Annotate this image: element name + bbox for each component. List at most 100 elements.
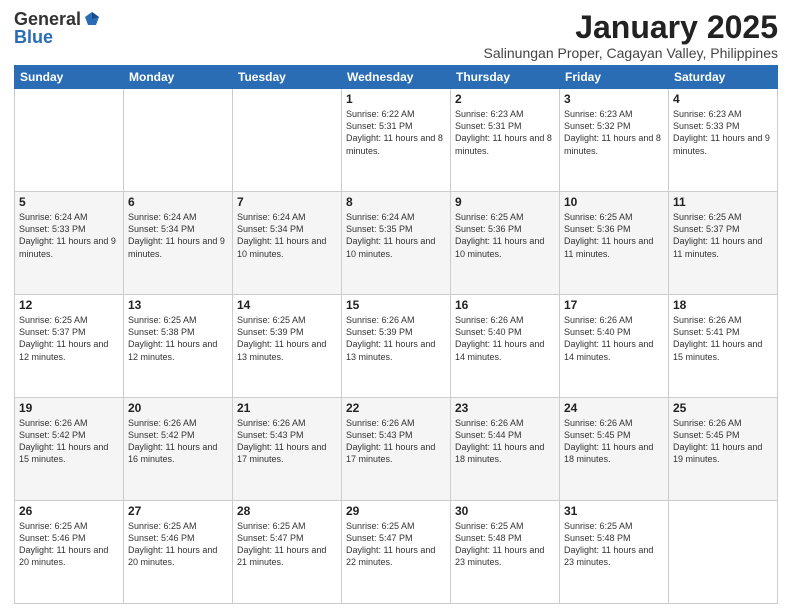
day-number: 10	[564, 195, 664, 209]
calendar-cell	[233, 89, 342, 192]
calendar-cell: 10 Sunrise: 6:25 AM Sunset: 5:36 PM Dayli…	[560, 192, 669, 295]
header-saturday: Saturday	[669, 66, 778, 89]
calendar-cell: 30Sunrise: 6:25 AM Sunset: 5:48 PM Dayli…	[451, 501, 560, 604]
cell-info: Sunrise: 6:25 AM Sunset: 5:46 PM Dayligh…	[128, 520, 228, 569]
cell-info: Sunrise: 6:26 AM Sunset: 5:42 PM Dayligh…	[128, 417, 228, 466]
month-title: January 2025	[484, 10, 778, 45]
header-tuesday: Tuesday	[233, 66, 342, 89]
calendar-cell: 3 Sunrise: 6:23 AM Sunset: 5:32 PM Daylig…	[560, 89, 669, 192]
cell-info: Sunrise: 6:22 AM Sunset: 5:31 PM Dayligh…	[346, 108, 446, 157]
calendar-cell: 20 Sunrise: 6:26 AM Sunset: 5:42 PM Dayli…	[124, 398, 233, 501]
cell-info: Sunrise: 6:24 AM Sunset: 5:35 PM Dayligh…	[346, 211, 446, 260]
calendar-cell: 7 Sunrise: 6:24 AM Sunset: 5:34 PM Daylig…	[233, 192, 342, 295]
cell-info: Sunrise: 6:25 AM Sunset: 5:36 PM Dayligh…	[564, 211, 664, 260]
cell-info: Sunrise: 6:26 AM Sunset: 5:43 PM Dayligh…	[346, 417, 446, 466]
day-number: 11	[673, 195, 773, 209]
cell-info: Sunrise: 6:25 AM Sunset: 5:37 PM Dayligh…	[673, 211, 773, 260]
calendar-week-row-2: 12Sunrise: 6:25 AM Sunset: 5:37 PM Dayli…	[15, 295, 778, 398]
header-wednesday: Wednesday	[342, 66, 451, 89]
day-number: 13	[128, 298, 228, 312]
location-title: Salinungan Proper, Cagayan Valley, Phili…	[484, 45, 778, 61]
calendar-cell: 4 Sunrise: 6:23 AM Sunset: 5:33 PM Daylig…	[669, 89, 778, 192]
calendar-cell: 14 Sunrise: 6:25 AM Sunset: 5:39 PM Dayli…	[233, 295, 342, 398]
calendar-cell	[124, 89, 233, 192]
calendar-cell: 31Sunrise: 6:25 AM Sunset: 5:48 PM Dayli…	[560, 501, 669, 604]
cell-info: Sunrise: 6:24 AM Sunset: 5:34 PM Dayligh…	[128, 211, 228, 260]
calendar-cell: 26 Sunrise: 6:25 AM Sunset: 5:46 PM Dayli…	[15, 501, 124, 604]
cell-info: Sunrise: 6:26 AM Sunset: 5:40 PM Dayligh…	[455, 314, 555, 363]
weekday-header-row: Sunday Monday Tuesday Wednesday Thursday…	[15, 66, 778, 89]
calendar-cell	[669, 501, 778, 604]
cell-info: Sunrise: 6:26 AM Sunset: 5:45 PM Dayligh…	[564, 417, 664, 466]
calendar-cell: 23 Sunrise: 6:26 AM Sunset: 5:44 PM Dayli…	[451, 398, 560, 501]
day-number: 16	[455, 298, 555, 312]
cell-info: Sunrise: 6:25 AM Sunset: 5:36 PM Dayligh…	[455, 211, 555, 260]
day-number: 27	[128, 504, 228, 518]
day-number: 6	[128, 195, 228, 209]
day-number: 20	[128, 401, 228, 415]
cell-info: Sunrise: 6:26 AM Sunset: 5:44 PM Dayligh…	[455, 417, 555, 466]
day-number: 24	[564, 401, 664, 415]
calendar-cell: 29 Sunrise: 6:25 AM Sunset: 5:47 PM Dayli…	[342, 501, 451, 604]
day-number: 28	[237, 504, 337, 518]
day-number: 29	[346, 504, 446, 518]
cell-info: Sunrise: 6:25 AM Sunset: 5:48 PM Dayligh…	[455, 520, 555, 569]
cell-info: Sunrise: 6:26 AM Sunset: 5:42 PM Dayligh…	[19, 417, 119, 466]
calendar-cell: 8 Sunrise: 6:24 AM Sunset: 5:35 PM Daylig…	[342, 192, 451, 295]
cell-info: Sunrise: 6:25 AM Sunset: 5:47 PM Dayligh…	[346, 520, 446, 569]
day-number: 17	[564, 298, 664, 312]
day-number: 18	[673, 298, 773, 312]
cell-info: Sunrise: 6:26 AM Sunset: 5:45 PM Dayligh…	[673, 417, 773, 466]
day-number: 1	[346, 92, 446, 106]
title-block: January 2025 Salinungan Proper, Cagayan …	[484, 10, 778, 61]
calendar-cell: 2Sunrise: 6:23 AM Sunset: 5:31 PM Daylig…	[451, 89, 560, 192]
logo: General Blue	[14, 10, 101, 46]
calendar-cell: 6 Sunrise: 6:24 AM Sunset: 5:34 PM Daylig…	[124, 192, 233, 295]
day-number: 31	[564, 504, 664, 518]
calendar-cell: 25 Sunrise: 6:26 AM Sunset: 5:45 PM Dayli…	[669, 398, 778, 501]
calendar-table: Sunday Monday Tuesday Wednesday Thursday…	[14, 65, 778, 604]
calendar-week-row-0: 1 Sunrise: 6:22 AM Sunset: 5:31 PM Daylig…	[15, 89, 778, 192]
logo-blue-text: Blue	[14, 28, 53, 46]
cell-info: Sunrise: 6:25 AM Sunset: 5:39 PM Dayligh…	[237, 314, 337, 363]
cell-info: Sunrise: 6:25 AM Sunset: 5:46 PM Dayligh…	[19, 520, 119, 569]
day-number: 2	[455, 92, 555, 106]
cell-info: Sunrise: 6:24 AM Sunset: 5:34 PM Dayligh…	[237, 211, 337, 260]
day-number: 25	[673, 401, 773, 415]
calendar-cell: 11 Sunrise: 6:25 AM Sunset: 5:37 PM Dayli…	[669, 192, 778, 295]
calendar-cell: 19Sunrise: 6:26 AM Sunset: 5:42 PM Dayli…	[15, 398, 124, 501]
calendar-cell: 13Sunrise: 6:25 AM Sunset: 5:38 PM Dayli…	[124, 295, 233, 398]
header-thursday: Thursday	[451, 66, 560, 89]
cell-info: Sunrise: 6:26 AM Sunset: 5:40 PM Dayligh…	[564, 314, 664, 363]
calendar-cell: 24 Sunrise: 6:26 AM Sunset: 5:45 PM Dayli…	[560, 398, 669, 501]
calendar-cell: 5Sunrise: 6:24 AM Sunset: 5:33 PM Daylig…	[15, 192, 124, 295]
page: General Blue January 2025 Salinungan Pro…	[0, 0, 792, 612]
day-number: 8	[346, 195, 446, 209]
cell-info: Sunrise: 6:25 AM Sunset: 5:47 PM Dayligh…	[237, 520, 337, 569]
logo-general-text: General	[14, 10, 81, 28]
day-number: 14	[237, 298, 337, 312]
calendar-cell: 12Sunrise: 6:25 AM Sunset: 5:37 PM Dayli…	[15, 295, 124, 398]
calendar-cell: 15 Sunrise: 6:26 AM Sunset: 5:39 PM Dayli…	[342, 295, 451, 398]
header: General Blue January 2025 Salinungan Pro…	[14, 10, 778, 61]
cell-info: Sunrise: 6:26 AM Sunset: 5:39 PM Dayligh…	[346, 314, 446, 363]
cell-info: Sunrise: 6:24 AM Sunset: 5:33 PM Dayligh…	[19, 211, 119, 260]
calendar-cell: 1 Sunrise: 6:22 AM Sunset: 5:31 PM Daylig…	[342, 89, 451, 192]
calendar-cell: 22Sunrise: 6:26 AM Sunset: 5:43 PM Dayli…	[342, 398, 451, 501]
day-number: 21	[237, 401, 337, 415]
day-number: 26	[19, 504, 119, 518]
calendar-week-row-3: 19Sunrise: 6:26 AM Sunset: 5:42 PM Dayli…	[15, 398, 778, 501]
cell-info: Sunrise: 6:23 AM Sunset: 5:33 PM Dayligh…	[673, 108, 773, 157]
day-number: 4	[673, 92, 773, 106]
calendar-week-row-1: 5Sunrise: 6:24 AM Sunset: 5:33 PM Daylig…	[15, 192, 778, 295]
calendar-cell: 9Sunrise: 6:25 AM Sunset: 5:36 PM Daylig…	[451, 192, 560, 295]
day-number: 23	[455, 401, 555, 415]
cell-info: Sunrise: 6:23 AM Sunset: 5:32 PM Dayligh…	[564, 108, 664, 157]
header-monday: Monday	[124, 66, 233, 89]
calendar-cell: 18Sunrise: 6:26 AM Sunset: 5:41 PM Dayli…	[669, 295, 778, 398]
day-number: 7	[237, 195, 337, 209]
day-number: 3	[564, 92, 664, 106]
day-number: 15	[346, 298, 446, 312]
cell-info: Sunrise: 6:25 AM Sunset: 5:37 PM Dayligh…	[19, 314, 119, 363]
calendar-cell: 21Sunrise: 6:26 AM Sunset: 5:43 PM Dayli…	[233, 398, 342, 501]
